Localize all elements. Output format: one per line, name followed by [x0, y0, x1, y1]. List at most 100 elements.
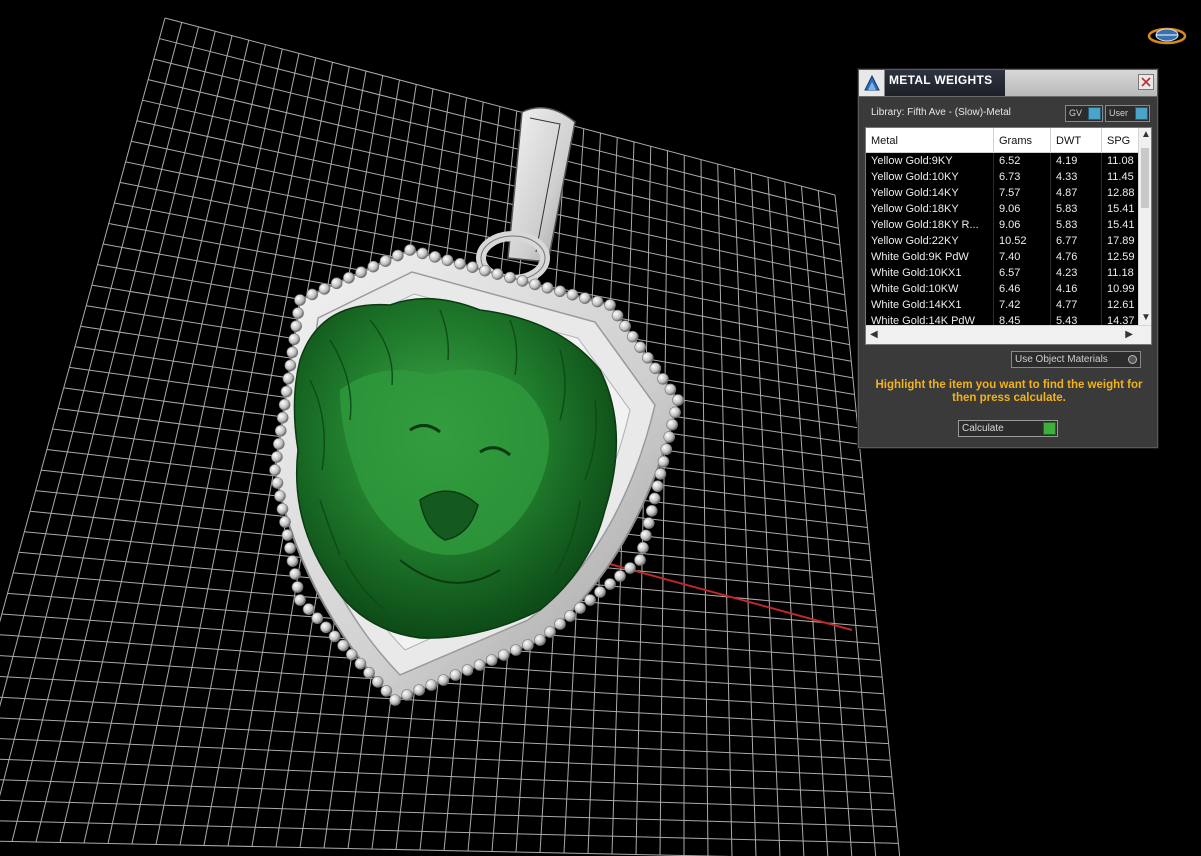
rim-bead — [401, 689, 413, 701]
rim-bead — [281, 529, 294, 541]
rim-bead — [379, 255, 392, 267]
rim-bead — [504, 271, 516, 284]
rim-bead — [522, 639, 534, 651]
column-header-dwt[interactable]: DWT — [1051, 128, 1102, 153]
metal-weights-table[interactable]: Metal Grams DWT SPG Yellow Gold:9KY 6.52 4… — [865, 127, 1152, 345]
column-header-grams[interactable]: Grams — [994, 128, 1051, 153]
rim-bead — [554, 285, 566, 298]
cell-metal: Yellow Gold:14KY — [866, 185, 994, 201]
rim-bead — [343, 271, 355, 284]
horizontal-scrollbar[interactable]: ◀ ▶ — [866, 325, 1151, 344]
rim-bead — [651, 480, 664, 492]
column-header-spg[interactable]: SPG — [1102, 128, 1142, 153]
rim-bead — [666, 418, 678, 431]
rim-bead — [485, 654, 498, 666]
rim-bead — [290, 320, 302, 332]
rim-bead — [288, 333, 301, 346]
rim-bead — [278, 398, 291, 411]
close-icon — [1141, 77, 1151, 87]
rim-bead — [380, 685, 393, 697]
rim-bead — [544, 626, 556, 638]
table-row[interactable]: Yellow Gold:10KY 6.73 4.33 11.45 — [866, 169, 1139, 185]
rim-bead — [541, 282, 554, 294]
rim-bead — [284, 359, 297, 372]
rim-bead — [497, 649, 510, 661]
table-row[interactable]: Yellow Gold:9KY 6.52 4.19 11.08 — [866, 153, 1139, 169]
vertical-scrollbar[interactable]: ▲ ▼ — [1138, 128, 1151, 325]
rim-bead — [479, 264, 491, 277]
rim-bead — [626, 330, 639, 343]
cell-dwt: 5.83 — [1051, 201, 1102, 217]
rim-bead — [619, 320, 631, 332]
gv-toggle[interactable]: GV — [1065, 105, 1103, 122]
close-button[interactable] — [1138, 74, 1154, 90]
table-row[interactable]: Yellow Gold:22KY 10.52 6.77 17.89 — [866, 233, 1139, 249]
table-row[interactable]: White Gold:10KW 6.46 4.16 10.99 — [866, 281, 1139, 297]
rim-bead — [564, 610, 576, 622]
scroll-left-icon[interactable]: ◀ — [870, 330, 878, 340]
panel-titlebar[interactable]: METAL WEIGHTS — [859, 70, 1157, 97]
rim-bead — [416, 247, 429, 260]
cell-grams: 6.52 — [994, 153, 1051, 169]
panel-title: METAL WEIGHTS — [885, 70, 1005, 96]
cell-spg: 14.37 — [1102, 313, 1139, 325]
lion-shield-pendant-model[interactable] — [269, 107, 684, 706]
table-row[interactable]: Yellow Gold:18KY R... 9.06 5.83 15.41 — [866, 217, 1139, 233]
cell-spg: 11.18 — [1102, 265, 1139, 281]
metal-weights-panel[interactable]: METAL WEIGHTS Library: Fifth Ave - (Slow… — [858, 69, 1158, 448]
matrix-logo-icon — [859, 70, 885, 96]
rim-bead — [289, 568, 301, 580]
rim-bead — [391, 249, 404, 262]
orbit-gizmo-icon[interactable] — [1146, 22, 1188, 50]
scroll-down-icon[interactable]: ▼ — [1141, 313, 1151, 323]
rim-bead — [346, 648, 358, 661]
cell-dwt: 4.77 — [1051, 297, 1102, 313]
rim-bead — [454, 257, 466, 270]
table-row[interactable]: Yellow Gold:18KY 9.06 5.83 15.41 — [866, 201, 1139, 217]
table-row[interactable]: White Gold:14K PdW 8.45 5.43 14.37 — [866, 313, 1139, 325]
cell-grams: 6.46 — [994, 281, 1051, 297]
rim-bead — [273, 438, 285, 450]
gv-toggle-label: GV — [1069, 108, 1083, 118]
rim-bead — [284, 542, 296, 554]
rim-bead — [282, 372, 295, 385]
rim-bead — [274, 490, 286, 502]
rim-bead — [320, 621, 332, 634]
cell-metal: Yellow Gold:18KY — [866, 201, 994, 217]
table-row[interactable]: White Gold:9K PdW 7.40 4.76 12.59 — [866, 249, 1139, 265]
rim-bead — [611, 309, 624, 322]
table-body[interactable]: Yellow Gold:9KY 6.52 4.19 11.08 Yellow Gold:… — [866, 153, 1139, 325]
cell-dwt: 6.77 — [1051, 233, 1102, 249]
table-row[interactable]: White Gold:10KX1 6.57 4.23 11.18 — [866, 265, 1139, 281]
toggle-knob-icon — [1135, 107, 1148, 120]
rim-bead — [354, 657, 367, 670]
rim-bead — [669, 406, 681, 419]
rim-bead — [437, 674, 450, 686]
scroll-right-icon[interactable]: ▶ — [1125, 330, 1133, 340]
cell-spg: 12.61 — [1102, 297, 1139, 313]
calculate-label: Calculate — [962, 423, 1004, 434]
rim-bead — [649, 362, 662, 375]
cell-metal: Yellow Gold:9KY — [866, 153, 994, 169]
cell-dwt: 5.43 — [1051, 313, 1102, 325]
rim-bead — [269, 464, 281, 476]
scroll-up-icon[interactable]: ▲ — [1141, 130, 1151, 140]
cell-metal: White Gold:10KW — [866, 281, 994, 297]
rim-bead — [271, 477, 284, 489]
table-row[interactable]: White Gold:14KX1 7.42 4.77 12.61 — [866, 297, 1139, 313]
column-header-metal[interactable]: Metal — [866, 128, 994, 153]
calculate-button[interactable]: Calculate — [958, 420, 1058, 437]
instructions-text: Highlight the item you want to find the … — [875, 379, 1143, 404]
vertical-scroll-thumb[interactable] — [1141, 148, 1149, 208]
rim-bead — [654, 468, 667, 480]
rim-bead — [634, 554, 646, 566]
use-object-materials-toggle[interactable]: Use Object Materials — [1011, 351, 1141, 368]
cell-grams: 9.06 — [994, 201, 1051, 217]
table-row[interactable]: Yellow Gold:14KY 7.57 4.87 12.88 — [866, 185, 1139, 201]
cell-metal: White Gold:14K PdW — [866, 313, 994, 325]
rim-bead — [645, 504, 658, 517]
cell-metal: Yellow Gold:10KY — [866, 169, 994, 185]
user-toggle[interactable]: User — [1105, 105, 1150, 122]
rim-bead — [574, 602, 586, 614]
rim-bead — [328, 630, 341, 643]
